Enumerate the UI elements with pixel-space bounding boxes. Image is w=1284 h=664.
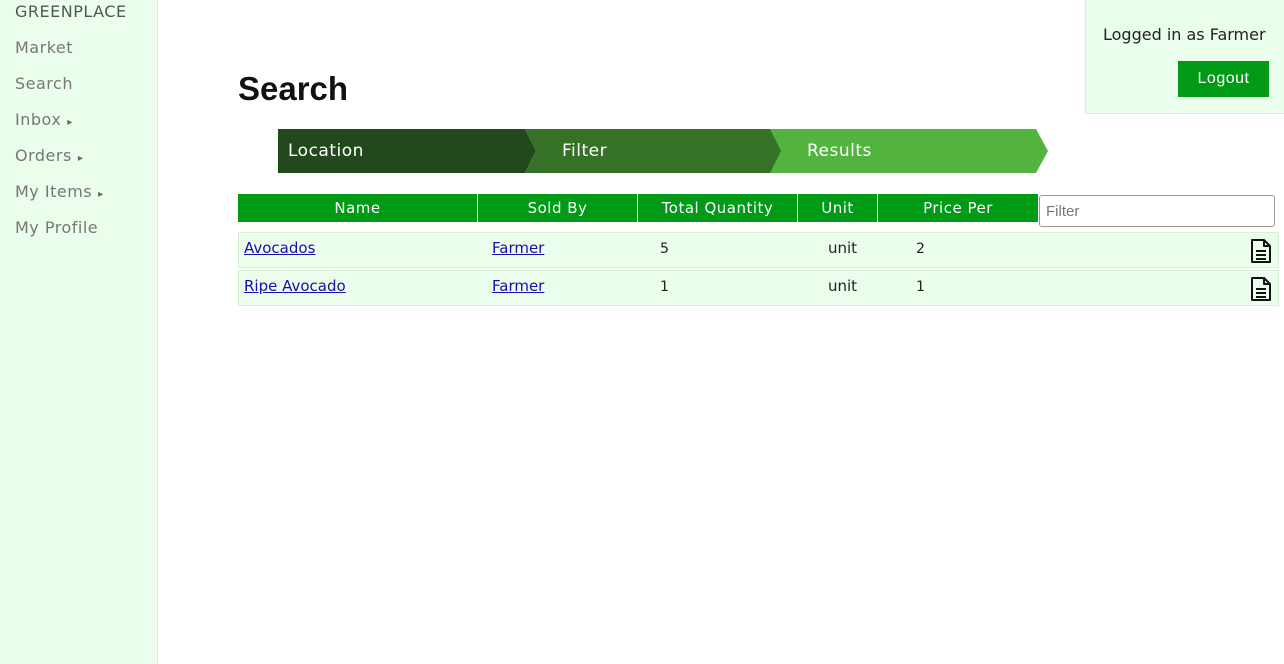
item-name-link[interactable]: Ripe Avocado <box>244 277 346 295</box>
sidebar-item-search[interactable]: Search <box>15 74 73 93</box>
step-label: Location <box>288 141 364 161</box>
sidebar-item-label: Market <box>15 38 73 57</box>
step-label: Results <box>807 141 872 161</box>
total-quantity-cell: 5 <box>660 241 669 257</box>
item-name-link[interactable]: Avocados <box>244 239 315 257</box>
price-per-cell: 2 <box>916 241 925 257</box>
expand-arrow-icon: ▸ <box>67 117 73 128</box>
sidebar-item-my-items[interactable]: My Items ▸ <box>15 182 104 201</box>
table-row: Avocados Farmer 5 unit 2 <box>238 232 1279 268</box>
step-breadcrumb: Location Filter Results <box>278 129 1048 173</box>
table-row: Ripe Avocado Farmer 1 unit 1 <box>238 270 1279 306</box>
column-header-sold-by[interactable]: Sold By <box>478 194 638 222</box>
sidebar-item-label: My Profile <box>15 218 99 237</box>
sidebar-item-label: My Items <box>15 182 93 201</box>
brand-logo[interactable]: GREENPLACE <box>15 2 127 21</box>
expand-arrow-icon: ▸ <box>77 153 84 164</box>
sidebar-item-market[interactable]: Market <box>15 38 73 57</box>
step-label: Filter <box>562 141 608 161</box>
item-name-cell: Ripe Avocado <box>244 277 346 295</box>
step-location[interactable]: Location <box>278 129 536 173</box>
account-panel: Logged in as Farmer Logout <box>1085 0 1284 114</box>
document-icon[interactable] <box>1250 276 1272 302</box>
seller-cell: Farmer <box>492 239 544 257</box>
login-status: Logged in as Farmer <box>1103 25 1266 44</box>
step-filter[interactable]: Filter <box>525 129 783 173</box>
column-header-total-quantity[interactable]: Total Quantity <box>638 194 798 222</box>
column-header-name[interactable]: Name <box>238 194 478 222</box>
sidebar-item-orders[interactable]: Orders ▸ <box>15 146 83 165</box>
filter-input[interactable] <box>1039 195 1275 227</box>
page-title: Search <box>238 70 349 107</box>
seller-link[interactable]: Farmer <box>492 239 544 257</box>
step-results[interactable]: Results <box>770 129 1048 173</box>
seller-cell: Farmer <box>492 277 544 295</box>
sidebar-item-my-profile[interactable]: My Profile <box>15 218 98 237</box>
sidebar-item-inbox[interactable]: Inbox ▸ <box>15 110 73 129</box>
total-quantity-cell: 1 <box>660 279 669 295</box>
logout-button[interactable]: Logout <box>1178 61 1269 97</box>
sidebar: GREENPLACE Market Search Inbox ▸ Orders ▸ … <box>0 0 158 664</box>
price-per-cell: 1 <box>916 279 925 295</box>
document-icon[interactable] <box>1250 238 1272 264</box>
sidebar-item-label: Inbox <box>15 110 62 129</box>
column-header-price-per[interactable]: Price Per <box>878 194 1038 222</box>
sidebar-item-label: Orders <box>15 146 72 165</box>
seller-link[interactable]: Farmer <box>492 277 544 295</box>
item-name-cell: Avocados <box>244 239 315 257</box>
column-header-unit[interactable]: Unit <box>798 194 878 222</box>
expand-arrow-icon: ▸ <box>98 189 104 200</box>
unit-cell: unit <box>828 277 858 295</box>
unit-cell: unit <box>828 239 858 257</box>
sidebar-item-label: Search <box>15 74 73 93</box>
